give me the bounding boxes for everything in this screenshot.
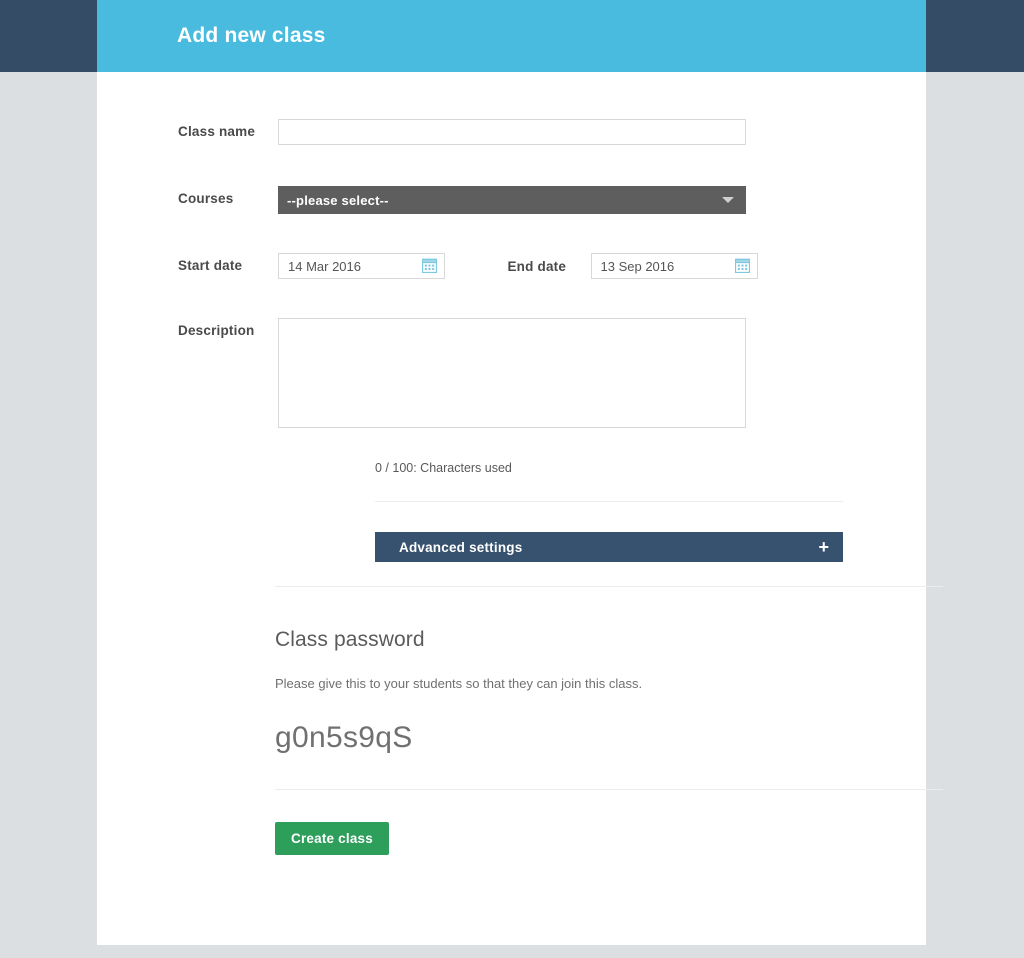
end-date-wrap	[590, 253, 758, 279]
advanced-settings-label: Advanced settings	[399, 539, 523, 555]
add-class-form: Class name Courses --please select-- Sta…	[97, 72, 943, 855]
class-name-input[interactable]	[278, 119, 746, 145]
dates-field-wrap: End date	[278, 253, 758, 279]
class-name-label: Class name	[178, 124, 256, 139]
form-row-courses: Courses --please select--	[97, 186, 926, 214]
courses-select[interactable]: --please select--	[278, 186, 746, 214]
page-title: Add new class	[177, 24, 326, 47]
divider-short	[375, 501, 843, 502]
courses-label: Courses	[178, 191, 234, 206]
end-date-label: End date	[507, 259, 567, 274]
class-password-description: Please give this to your students so tha…	[275, 676, 643, 691]
start-date-input[interactable]	[278, 253, 445, 279]
content-card: Class name Courses --please select-- Sta…	[97, 72, 943, 945]
courses-selected-value: --please select--	[287, 192, 389, 208]
class-name-field-wrap	[278, 119, 746, 145]
advanced-settings-toggle[interactable]: Advanced settings +	[375, 532, 843, 562]
chevron-down-icon	[722, 197, 734, 203]
page-header: Add new class	[97, 0, 926, 72]
courses-select-wrap: --please select--	[278, 186, 746, 214]
form-row-description: Description	[97, 318, 926, 433]
create-class-button[interactable]: Create class	[275, 822, 389, 855]
start-date-wrap	[278, 253, 445, 279]
class-password-title: Class password	[275, 628, 425, 651]
character-counter: 0 / 100: Characters used	[375, 461, 512, 475]
form-row-class-name: Class name	[97, 119, 926, 145]
description-label: Description	[178, 323, 255, 338]
plus-icon: +	[818, 537, 829, 557]
description-textarea[interactable]	[278, 318, 746, 428]
form-row-dates: Start date 14 Mar 2016 End date 13 Sep 2…	[97, 253, 926, 279]
page-container: Add new class Class name Courses --pleas…	[97, 0, 943, 945]
actions-bar: Create class	[97, 790, 926, 855]
courses-field-wrap: --please select--	[278, 186, 746, 214]
class-password-value: g0n5s9qS	[275, 721, 413, 754]
start-date-label: Start date	[178, 258, 243, 273]
end-date-input[interactable]	[590, 253, 758, 279]
description-field-wrap	[278, 318, 746, 433]
class-password-section: Class password Please give this to your …	[97, 587, 926, 755]
